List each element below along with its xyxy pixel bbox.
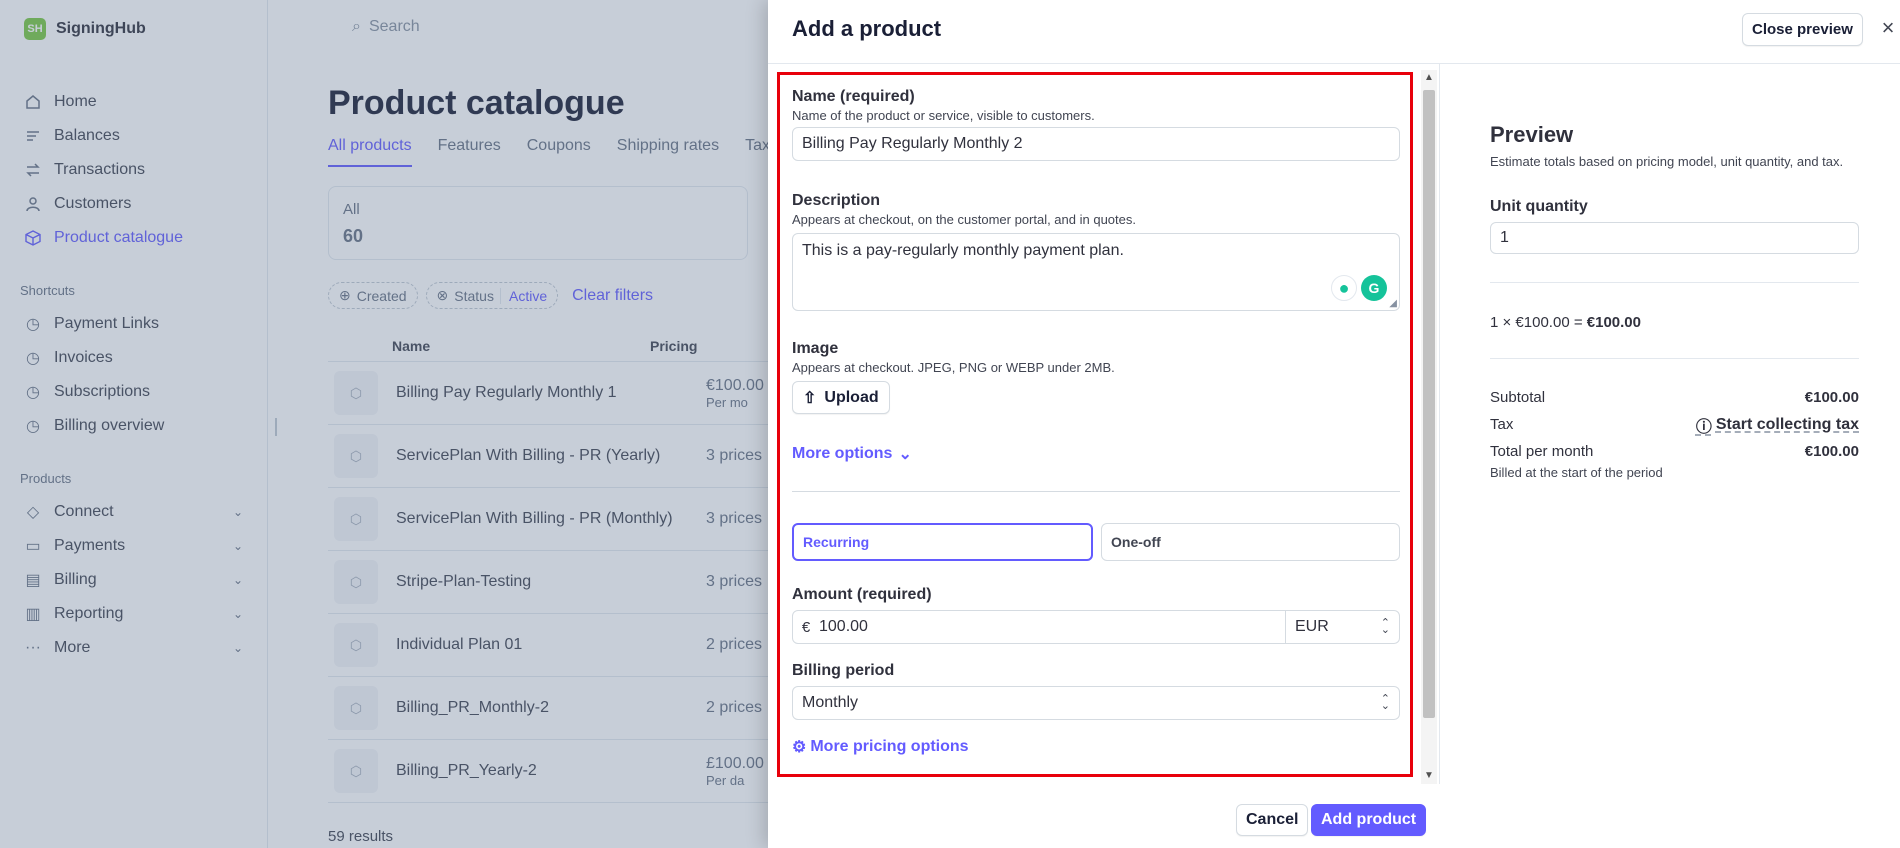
amount-label: Amount (required) (792, 586, 932, 603)
amount-field-group: Amount (required) € 100.00 EUR ⌃ ⌄ (792, 586, 1400, 644)
description-textarea[interactable]: This is a pay-regularly monthly payment … (792, 233, 1400, 311)
amount-input[interactable]: 100.00 (819, 611, 1285, 643)
total-value: €100.00 (1804, 443, 1859, 460)
product-form: Name (required) Name of the product or s… (768, 64, 1440, 784)
currency-value: EUR (1295, 618, 1329, 635)
billed-note: Billed at the start of the period (1490, 465, 1663, 480)
upload-button[interactable]: ⇧ Upload (792, 381, 890, 414)
recurring-option[interactable]: Recurring (792, 523, 1093, 561)
total-label: Total per month (1490, 443, 1594, 460)
form-scrollbar[interactable]: ▲ ▼ (1421, 70, 1437, 784)
description-field-group: Description Appears at checkout, on the … (792, 192, 1400, 311)
select-arrows-icon: ⌃ ⌄ (1380, 617, 1390, 636)
upload-label: Upload (824, 388, 879, 406)
more-pricing-options-row: ⚙ More pricing options (792, 737, 1400, 757)
preview-divider (1490, 358, 1859, 359)
preview-calculation: 1 × €100.00 = €100.00 (1490, 314, 1859, 331)
currency-select[interactable]: EUR ⌃ ⌄ (1285, 611, 1399, 643)
grammarly-icon[interactable]: G (1361, 275, 1387, 301)
more-options-label: More options (792, 445, 893, 462)
start-collecting-tax-link[interactable]: ⓘ Start collecting tax (1696, 413, 1859, 437)
unit-quantity-group: Unit quantity 1 (1490, 198, 1859, 254)
cancel-button[interactable]: Cancel (1236, 804, 1309, 836)
preview-header: Preview Estimate totals based on pricing… (1490, 122, 1859, 169)
chevron-down-icon: ⌄ (898, 446, 912, 463)
gear-icon: ⚙ (792, 739, 807, 756)
close-icon[interactable]: × (1878, 15, 1898, 40)
upload-icon: ⇧ (803, 389, 817, 407)
tax-link-label: Start collecting tax (1715, 415, 1859, 433)
calc-total: €100.00 (1586, 314, 1641, 331)
billing-period-value: Monthly (802, 694, 859, 711)
add-product-drawer: Add a product Close preview × Name (requ… (768, 0, 1900, 848)
preview-totals: Subtotal €100.00 Tax ⓘ Start collecting … (1490, 384, 1859, 480)
description-label: Description (792, 192, 881, 209)
name-field-group: Name (required) Name of the product or s… (792, 88, 1400, 161)
amount-input-group: € 100.00 EUR ⌃ ⌄ (792, 610, 1400, 644)
name-input[interactable]: Billing Pay Regularly Monthly 2 (792, 127, 1400, 161)
image-label: Image (792, 340, 839, 357)
more-pricing-options-label: More pricing options (810, 738, 969, 755)
lightbulb-icon[interactable]: ● (1331, 275, 1357, 301)
subtotal-label: Subtotal (1490, 389, 1546, 406)
description-value: This is a pay-regularly monthly payment … (802, 242, 1124, 259)
close-preview-button[interactable]: Close preview (1742, 13, 1863, 46)
one-off-option[interactable]: One-off (1101, 523, 1400, 561)
tax-label: Tax (1490, 416, 1514, 433)
section-divider (792, 491, 1400, 492)
total-row: Total per month €100.00 (1490, 438, 1859, 465)
subtotal-row: Subtotal €100.00 (1490, 384, 1859, 411)
image-help: Appears at checkout. JPEG, PNG or WEBP u… (792, 360, 1115, 375)
scroll-up-icon[interactable]: ▲ (1424, 72, 1434, 83)
pricing-type-toggle: Recurring One-off (792, 523, 1400, 561)
select-arrows-icon: ⌃ ⌄ (1380, 693, 1390, 712)
more-options-link[interactable]: More options ⌄ (792, 444, 912, 464)
drawer-header: Add a product Close preview × (768, 0, 1900, 64)
info-icon: ⓘ (1695, 418, 1712, 436)
unit-quantity-label: Unit quantity (1490, 198, 1588, 215)
name-help: Name of the product or service, visible … (792, 108, 1095, 123)
scrollbar-thumb[interactable] (1423, 90, 1435, 718)
resize-handle-icon[interactable]: ◢ (1389, 298, 1397, 309)
calc-expression: 1 × €100.00 = (1490, 314, 1587, 331)
billing-period-field-group: Billing period Monthly ⌃ ⌄ (792, 662, 1400, 720)
billing-period-label: Billing period (792, 662, 895, 679)
preview-subtitle: Estimate totals based on pricing model, … (1490, 154, 1844, 169)
subtotal-value: €100.00 (1804, 389, 1859, 406)
drawer-title: Add a product (792, 16, 942, 41)
description-help: Appears at checkout, on the customer por… (792, 212, 1136, 227)
billing-period-select[interactable]: Monthly ⌃ ⌄ (792, 686, 1400, 720)
grammarly-widget[interactable]: ● G (1331, 275, 1387, 301)
more-options-row: More options ⌄ (792, 444, 1400, 464)
name-label: Name (required) (792, 88, 915, 105)
preview-panel: Preview Estimate totals based on pricing… (1440, 64, 1900, 848)
drawer-footer: Cancel Add product (768, 784, 1440, 848)
more-pricing-options-link[interactable]: ⚙ More pricing options (792, 737, 969, 757)
preview-divider (1490, 282, 1859, 283)
tax-row: Tax ⓘ Start collecting tax (1490, 411, 1859, 438)
add-product-button[interactable]: Add product (1311, 804, 1427, 836)
image-field-group: Image Appears at checkout. JPEG, PNG or … (792, 340, 1400, 414)
currency-symbol: € (801, 618, 811, 636)
scroll-down-icon[interactable]: ▼ (1424, 770, 1434, 781)
unit-quantity-input[interactable]: 1 (1490, 222, 1859, 254)
preview-title: Preview (1490, 122, 1574, 147)
